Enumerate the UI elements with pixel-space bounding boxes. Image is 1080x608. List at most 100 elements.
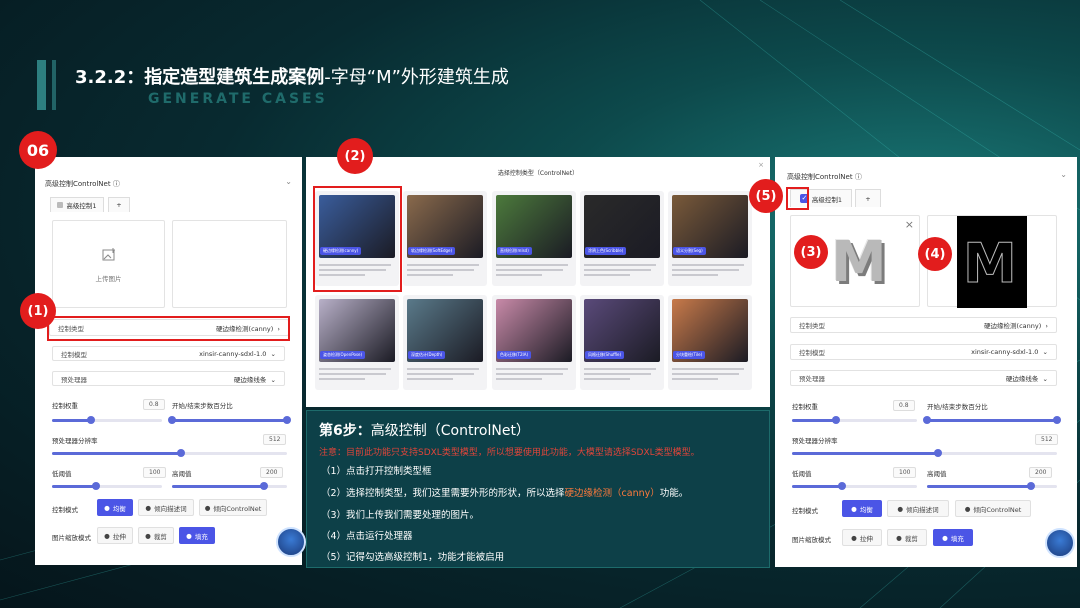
- low-threshold-label: 低阈值: [52, 470, 72, 478]
- step-number-badge: 06: [19, 131, 57, 169]
- mode-controlnet-button[interactable]: ● 倾向ControlNet: [955, 500, 1031, 517]
- tab-advanced-control-1[interactable]: 高级控制1: [50, 197, 104, 212]
- control-type-card[interactable]: 软边缘检测(SoftEdge): [403, 191, 487, 286]
- annotation-badge-4: (4): [918, 237, 952, 271]
- mode-balanced-button[interactable]: ● 均衡: [97, 499, 133, 516]
- high-threshold-slider[interactable]: [172, 482, 287, 490]
- low-threshold-value[interactable]: 100: [143, 467, 167, 478]
- control-mode-label: 控制模式: [52, 506, 78, 514]
- card-caption: 姿态检测(OpenPose): [320, 351, 366, 359]
- instruction-line-2: （2）选择控制类型，我们这里需要外形的形状，所以选择硬边缘检测（canny）功能…: [321, 488, 689, 499]
- control-type-card[interactable]: 直线检测(mlsd): [492, 191, 576, 286]
- instruction-box: 第6步：高级控制（ControlNet） 注意：目前此功能只支持SDXL类型模型…: [306, 410, 770, 568]
- mode-balanced-button[interactable]: ● 均衡: [842, 500, 882, 517]
- control-model-select[interactable]: 控制模型 xinsir-canny-sdxl-1.0 ⌄: [52, 346, 285, 361]
- tab-checkbox-icon: [57, 202, 64, 208]
- instruction-line-1: （1）点击打开控制类型框: [321, 466, 432, 477]
- highlight-canny-card: [313, 186, 402, 292]
- instruction-line-3: （3）我们上传我们需要处理的图片。: [321, 510, 480, 521]
- highlight-control-type: [47, 316, 290, 341]
- high-threshold-value[interactable]: 200: [1029, 467, 1053, 478]
- control-type-card[interactable]: 深度估计(Depth): [403, 295, 487, 390]
- card-caption: 涂鸦上色(Scribble): [585, 247, 627, 255]
- assistant-avatar-icon[interactable]: [276, 527, 306, 557]
- card-description: [672, 261, 748, 283]
- start-end-slider[interactable]: [168, 416, 291, 424]
- card-caption: 软边缘检测(SoftEdge): [408, 247, 456, 255]
- collapse-chevron-icon[interactable]: ⌄: [1060, 170, 1067, 179]
- close-icon[interactable]: ×: [905, 218, 914, 231]
- scale-crop-button[interactable]: ● 裁剪: [887, 529, 927, 546]
- end-knob: [1053, 416, 1061, 424]
- scale-stretch-button[interactable]: ● 拉伸: [97, 527, 133, 544]
- scale-crop-button[interactable]: ● 裁剪: [138, 527, 174, 544]
- resolution-slider[interactable]: [792, 449, 1057, 457]
- page-subtitle: GENERATE CASES: [148, 91, 328, 107]
- header-accent-bar: [37, 60, 46, 110]
- weight-value[interactable]: 0.8: [143, 399, 165, 410]
- low-threshold-slider[interactable]: [52, 482, 162, 490]
- mode-controlnet-button[interactable]: ● 倾向ControlNet: [199, 499, 267, 516]
- low-threshold-slider[interactable]: [792, 482, 917, 490]
- modal-close-icon[interactable]: ×: [758, 161, 764, 169]
- control-type-card[interactable]: 涂鸦上色(Scribble): [580, 191, 664, 286]
- start-end-slider[interactable]: [923, 416, 1061, 424]
- collapse-chevron-icon[interactable]: ⌄: [285, 177, 292, 186]
- upload-image-icon: [102, 248, 115, 261]
- resolution-value[interactable]: 512: [1035, 434, 1059, 445]
- weight-slider[interactable]: [792, 416, 917, 424]
- preprocessor-select[interactable]: 预处理器 硬边缘线条 ⌄: [790, 370, 1057, 386]
- high-threshold-slider[interactable]: [927, 482, 1057, 490]
- instruction-line-5: （5）记得勾选高级控制1，功能才能被启用: [321, 552, 505, 563]
- card-caption: 深度估计(Depth): [408, 351, 446, 359]
- upload-image-area[interactable]: 上传图片: [52, 220, 165, 308]
- annotation-badge-3: (3): [794, 235, 828, 269]
- resolution-value[interactable]: 512: [263, 434, 287, 445]
- control-type-card[interactable]: 色彩迁移(T2IA): [492, 295, 576, 390]
- instruction-line-4: （4）点击运行处理器: [321, 531, 413, 542]
- control-type-card[interactable]: 分块重绘(Tile): [668, 295, 752, 390]
- mode-prompt-button[interactable]: ● 倾向描述词: [887, 500, 949, 517]
- start-knob: [168, 416, 176, 424]
- control-type-select[interactable]: 控制类型 硬边缘检测(canny) ›: [790, 317, 1057, 333]
- scale-fill-button[interactable]: ● 填充: [179, 527, 215, 544]
- preprocessor-select[interactable]: 预处理器 硬边缘线条 ⌄: [52, 371, 285, 386]
- add-tab-button[interactable]: +: [855, 189, 881, 207]
- end-knob: [283, 416, 291, 424]
- scale-mode-label: 图片缩放模式: [52, 534, 91, 542]
- card-caption: 语义分割(Seg): [673, 247, 706, 255]
- card-description: [584, 365, 660, 387]
- scale-fill-button[interactable]: ● 填充: [933, 529, 973, 546]
- start-knob: [923, 416, 931, 424]
- control-type-card[interactable]: 风格迁移(Shuffle): [580, 295, 664, 390]
- canny-output-image: M: [957, 216, 1027, 308]
- weight-slider[interactable]: [52, 416, 162, 424]
- start-end-label: 开始/结束步数百分比: [172, 402, 233, 410]
- high-threshold-label: 高阈值: [172, 470, 192, 478]
- left-controlnet-panel: 高级控制ControlNet ⓘ ⌄ 高级控制1 + 上传图片 控制类型 硬边缘检…: [35, 157, 302, 565]
- start-end-label: 开始/结束步数百分比: [927, 403, 988, 411]
- card-caption: 风格迁移(Shuffle): [585, 351, 625, 359]
- step-heading: 第6步：高级控制（ControlNet）: [319, 423, 530, 439]
- low-threshold-value[interactable]: 100: [893, 467, 917, 478]
- annotation-badge-5: (5): [749, 179, 783, 213]
- preview-image-area: [172, 220, 287, 308]
- weight-value[interactable]: 0.8: [893, 400, 915, 411]
- scale-stretch-button[interactable]: ● 拉伸: [842, 529, 882, 546]
- assistant-avatar-icon[interactable]: [1045, 528, 1075, 558]
- control-type-card[interactable]: 语义分割(Seg): [668, 191, 752, 286]
- annotation-badge-2: (2): [337, 138, 373, 174]
- card-caption: 直线检测(mlsd): [497, 247, 532, 255]
- step-note: 注意：目前此功能只支持SDXL类型模型，所以想要使用此功能，大模型请选择SDXL…: [319, 448, 700, 458]
- resolution-label: 预处理器分辨率: [52, 437, 98, 445]
- card-description: [319, 365, 395, 387]
- resolution-slider[interactable]: [52, 449, 287, 457]
- control-type-card[interactable]: 姿态检测(OpenPose): [315, 295, 399, 390]
- add-tab-button[interactable]: +: [108, 197, 130, 212]
- high-threshold-value[interactable]: 200: [260, 467, 284, 478]
- uploaded-m-image: M: [831, 230, 887, 295]
- scale-mode-label: 图片缩放模式: [792, 536, 831, 544]
- control-model-select[interactable]: 控制模型 xinsir-canny-sdxl-1.0 ⌄: [790, 344, 1057, 360]
- mode-prompt-button[interactable]: ● 倾向描述词: [138, 499, 194, 516]
- section-title: 高级控制ControlNet ⓘ: [787, 173, 862, 181]
